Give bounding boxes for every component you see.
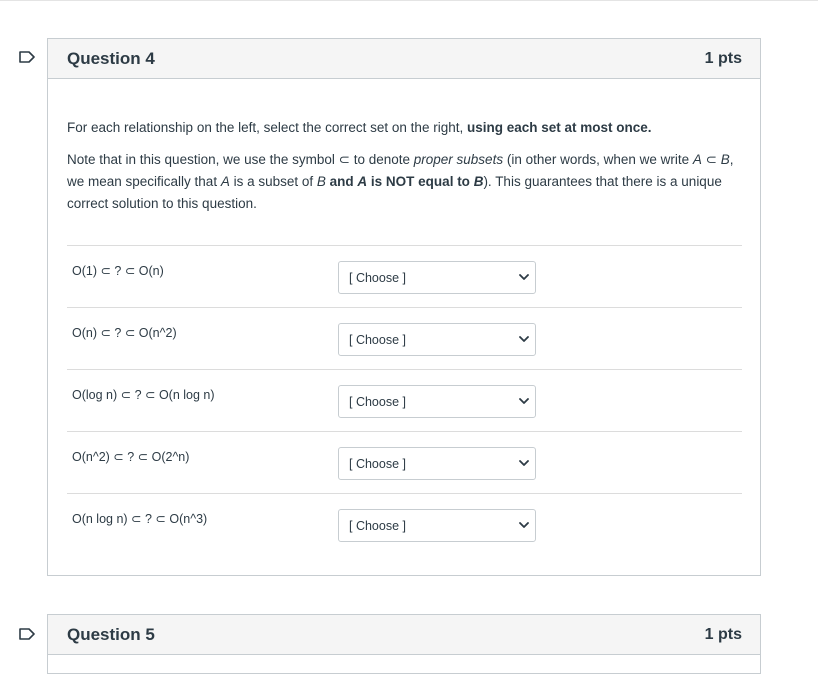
- answer-select[interactable]: [ Choose ]: [338, 323, 536, 356]
- answer-select[interactable]: [ Choose ]: [338, 447, 536, 480]
- question-header: Question 5 1 pts: [48, 615, 760, 655]
- matching-row: O(1) ⊂ ? ⊂ O(n) [ Choose ]: [67, 246, 742, 308]
- note-part: A: [220, 174, 230, 189]
- matching-row-label: O(log n) ⊂ ? ⊂ O(n log n): [72, 388, 215, 402]
- note-part: is a subset of: [229, 174, 317, 189]
- note-text: Note that in this question, we use the s…: [67, 139, 742, 215]
- question-title: Question 4: [67, 48, 155, 68]
- chevron-down-icon: [519, 460, 529, 467]
- note-part: A: [692, 152, 702, 167]
- question-5-card: Question 5 1 pts: [47, 614, 761, 674]
- answer-select[interactable]: [ Choose ]: [338, 385, 536, 418]
- note-part: (in other words, when we write: [503, 152, 693, 167]
- note-part: ⊂: [701, 152, 721, 167]
- matching-row-label: O(n) ⊂ ? ⊂ O(n^2): [72, 326, 177, 340]
- question-header: Question 4 1 pts: [48, 39, 760, 79]
- answer-select[interactable]: [ Choose ]: [338, 261, 536, 294]
- note-part: and: [325, 174, 358, 189]
- chevron-down-icon: [519, 274, 529, 281]
- answer-select-value: [ Choose ]: [349, 456, 406, 471]
- note-part: is NOT equal to: [367, 174, 474, 189]
- note-part: A: [357, 174, 368, 189]
- matching-row: O(n log n) ⊂ ? ⊂ O(n^3) [ Choose ]: [67, 494, 742, 555]
- note-part: B: [316, 174, 326, 189]
- instruction-text: For each relationship on the left, selec…: [67, 79, 742, 139]
- answer-select-value: [ Choose ]: [349, 518, 406, 533]
- question-title: Question 5: [67, 624, 155, 644]
- note-part: Note that in this question, we use the s…: [67, 152, 414, 167]
- matching-row: O(n) ⊂ ? ⊂ O(n^2) [ Choose ]: [67, 308, 742, 370]
- flag-question-icon[interactable]: [19, 51, 35, 63]
- note-part: B: [720, 152, 730, 167]
- answer-select-value: [ Choose ]: [349, 394, 406, 409]
- matching-row: O(n^2) ⊂ ? ⊂ O(2^n) [ Choose ]: [67, 432, 742, 494]
- matching-row: O(log n) ⊂ ? ⊂ O(n log n) [ Choose ]: [67, 370, 742, 432]
- answer-select-value: [ Choose ]: [349, 270, 406, 285]
- answer-select[interactable]: [ Choose ]: [338, 509, 536, 542]
- instruction-bold: using each set at most once.: [466, 120, 652, 135]
- question-body: For each relationship on the left, selec…: [48, 79, 760, 555]
- top-divider: [0, 0, 818, 1]
- question-points: 1 pts: [704, 49, 742, 67]
- question-points: 1 pts: [704, 625, 742, 643]
- question-4-card: Question 4 1 pts For each relationship o…: [47, 38, 761, 576]
- instruction-plain: For each relationship on the left, selec…: [67, 120, 467, 135]
- answer-select-value: [ Choose ]: [349, 332, 406, 347]
- matching-row-label: O(1) ⊂ ? ⊂ O(n): [72, 264, 164, 278]
- matching-row-label: O(n^2) ⊂ ? ⊂ O(2^n): [72, 450, 190, 464]
- matching-table: O(1) ⊂ ? ⊂ O(n) [ Choose ] O(n) ⊂ ? ⊂ O(…: [67, 245, 742, 555]
- chevron-down-icon: [519, 522, 529, 529]
- flag-question-icon[interactable]: [19, 628, 35, 640]
- note-part: B: [473, 174, 484, 189]
- chevron-down-icon: [519, 398, 529, 405]
- chevron-down-icon: [519, 336, 529, 343]
- matching-row-label: O(n log n) ⊂ ? ⊂ O(n^3): [72, 512, 208, 526]
- note-part: proper subsets: [413, 152, 504, 167]
